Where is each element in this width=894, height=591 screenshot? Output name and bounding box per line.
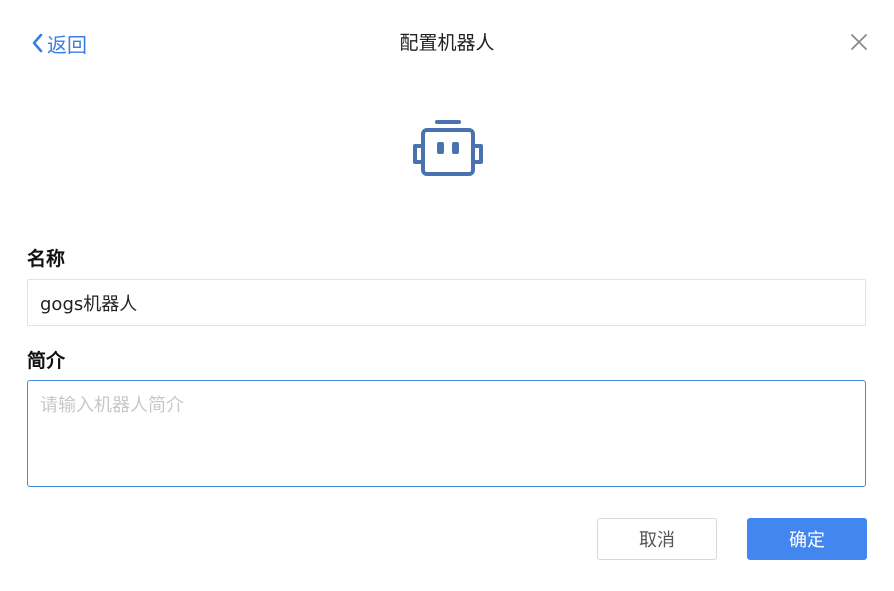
cancel-button[interactable]: 取消 bbox=[597, 518, 717, 560]
robot-icon bbox=[411, 118, 485, 178]
name-label: 名称 bbox=[27, 248, 66, 270]
intro-label: 简介 bbox=[27, 350, 66, 372]
confirm-button[interactable]: 确定 bbox=[747, 518, 867, 560]
configure-robot-dialog: 返回 配置机器人 名称 简介 取消 确定 bbox=[0, 0, 894, 591]
name-input[interactable] bbox=[27, 279, 866, 326]
dialog-title: 配置机器人 bbox=[399, 32, 495, 54]
intro-textarea[interactable] bbox=[27, 380, 866, 487]
close-button[interactable] bbox=[849, 32, 869, 52]
close-icon bbox=[849, 34, 869, 56]
